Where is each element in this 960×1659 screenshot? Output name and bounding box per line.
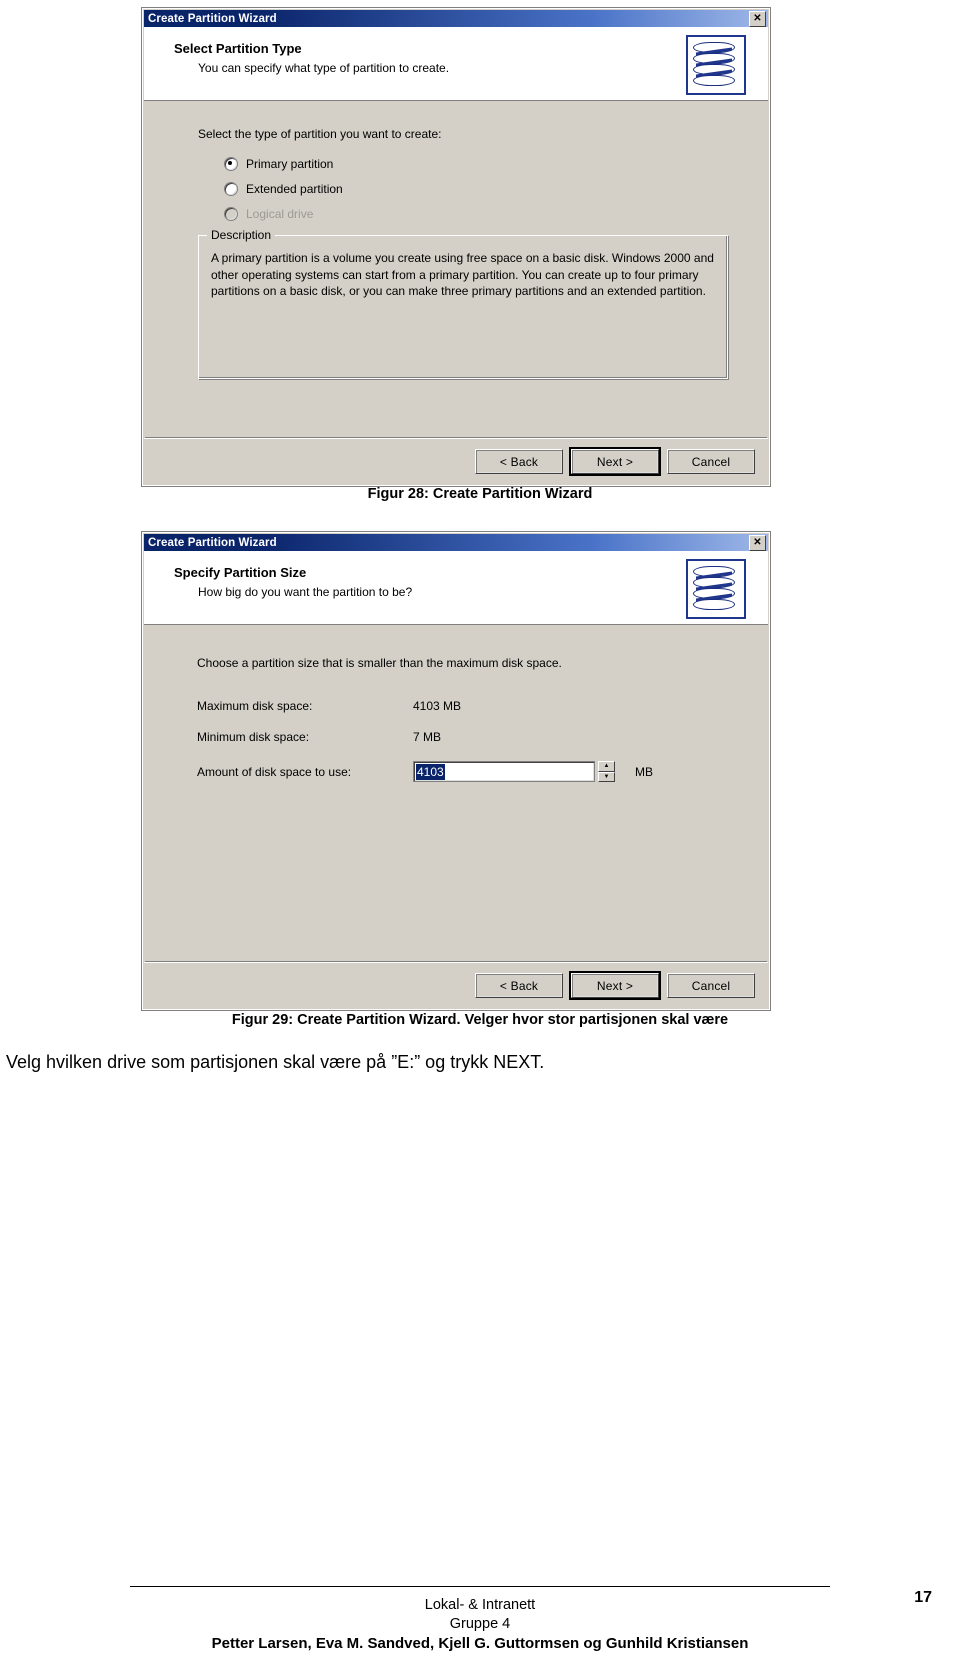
dialog2-body: Choose a partition size that is smaller … (144, 625, 768, 955)
next-button[interactable]: Next > (569, 447, 661, 476)
close-icon[interactable]: ✕ (749, 534, 766, 551)
dialog1-title: Create Partition Wizard (148, 12, 277, 25)
instruction-text: Velg hvilken drive som partisjonen skal … (6, 1052, 545, 1072)
figure-29-caption: Figur 29: Create Partition Wizard. Velge… (231, 1012, 729, 1028)
radio-extended-partition[interactable]: Extended partition (224, 182, 728, 196)
spinner-down-icon[interactable]: ▼ (598, 771, 615, 782)
amount-of-disk-space-label: Amount of disk space to use: (197, 764, 352, 779)
description-legend: Description (207, 228, 276, 242)
minimum-disk-space-value: 7 MB (413, 730, 442, 744)
dialog1-titlebar[interactable]: Create Partition Wizard ✕ (144, 10, 768, 27)
amount-of-disk-space-value[interactable]: 4103 (416, 763, 445, 780)
create-partition-wizard-dialog-1[interactable]: Create Partition Wizard ✕ Select Partiti… (141, 7, 771, 487)
quantity-stepper[interactable]: ▲ ▼ (598, 761, 615, 782)
amount-unit-label: MB (635, 764, 653, 779)
dialog1-header-subtitle: You can specify what type of partition t… (198, 61, 450, 75)
page-footer: Lokal- & Intranett Gruppe 4 Petter Larse… (0, 1596, 960, 1653)
radio-logical-drive-label: Logical drive (246, 207, 314, 221)
disk-stack-icon (686, 559, 746, 619)
back-button[interactable]: < Back (475, 449, 563, 474)
radio-extended-partition-label: Extended partition (246, 182, 343, 196)
maximum-disk-space-label: Maximum disk space: (197, 699, 313, 713)
maximum-disk-space-row: Maximum disk space: 4103 MB (197, 699, 728, 713)
dialog1-header-title: Select Partition Type (174, 41, 302, 56)
minimum-disk-space-row: Minimum disk space: 7 MB (197, 730, 728, 744)
dialog1-footer: < Back Next > Cancel (144, 438, 768, 484)
spinner-up-icon[interactable]: ▲ (598, 761, 615, 772)
back-button[interactable]: < Back (475, 973, 563, 998)
footer-line-2: Gruppe 4 (449, 1616, 511, 1632)
amount-of-disk-space-input[interactable]: 4103 (413, 761, 595, 782)
radio-logical-drive: Logical drive (224, 207, 728, 221)
dialog1-header: Select Partition Type You can specify wh… (144, 27, 768, 101)
next-button[interactable]: Next > (569, 971, 661, 1000)
maximum-disk-space-value: 4103 MB (413, 699, 462, 713)
dialog2-prompt: Choose a partition size that is smaller … (197, 656, 562, 670)
cancel-button[interactable]: Cancel (667, 449, 755, 474)
radio-primary-partition-label: Primary partition (246, 157, 334, 171)
description-groupbox: Description A primary partition is a vol… (198, 228, 728, 379)
dialog2-header-subtitle: How big do you want the partition to be? (198, 585, 413, 599)
cancel-button[interactable]: Cancel (667, 973, 755, 998)
create-partition-wizard-dialog-2[interactable]: Create Partition Wizard ✕ Specify Partit… (141, 531, 771, 1011)
figure-28-caption: Figur 28: Create Partition Wizard (367, 486, 593, 502)
dialog2-header-title: Specify Partition Size (174, 565, 307, 580)
footer-line-1: Lokal- & Intranett (424, 1597, 536, 1613)
dialog2-header: Specify Partition Size How big do you wa… (144, 551, 768, 625)
disk-stack-icon (686, 35, 746, 95)
dialog2-title: Create Partition Wizard (148, 536, 277, 549)
dialog1-body: Select the type of partition you want to… (144, 101, 768, 431)
radio-primary-partition-icon[interactable] (224, 157, 238, 171)
dialog1-prompt: Select the type of partition you want to… (198, 127, 442, 141)
dialog2-titlebar[interactable]: Create Partition Wizard ✕ (144, 534, 768, 551)
footer-line-3: Petter Larsen, Eva M. Sandved, Kjell G. … (211, 1635, 749, 1652)
footer-divider (130, 1586, 830, 1587)
radio-extended-partition-icon[interactable] (224, 182, 238, 196)
dialog2-footer: < Back Next > Cancel (144, 962, 768, 1008)
radio-logical-drive-icon (224, 207, 238, 221)
minimum-disk-space-label: Minimum disk space: (197, 730, 310, 744)
amount-of-disk-space-row[interactable]: Amount of disk space to use: 4103 ▲ ▼ MB (197, 761, 728, 782)
close-icon[interactable]: ✕ (749, 10, 766, 27)
radio-primary-partition[interactable]: Primary partition (224, 157, 728, 171)
description-text: A primary partition is a volume you crea… (211, 251, 714, 298)
